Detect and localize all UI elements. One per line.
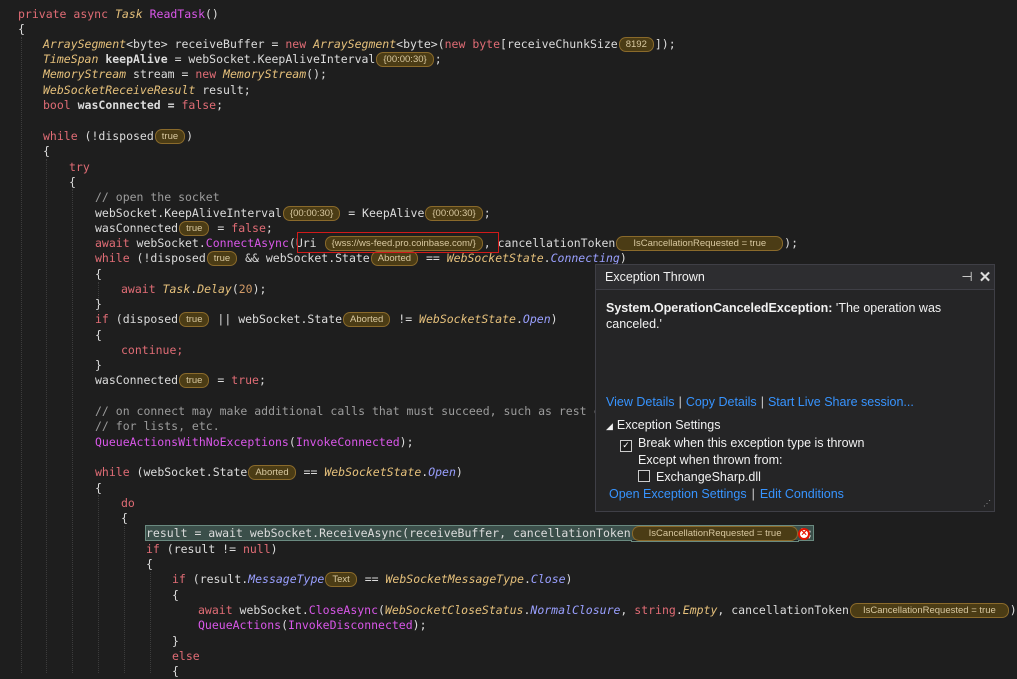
code-comment: // open the socket [95, 190, 220, 204]
code-line: WebSocketReceiveResult result; [43, 83, 251, 97]
code-line: private async Task ReadTask() [18, 7, 219, 21]
error-icon[interactable]: × [798, 528, 810, 540]
code-line: if (result.MessageType Text == WebSocketM… [172, 572, 573, 587]
code-line: while (webSocket.State Aborted == WebSock… [95, 465, 463, 480]
datatip[interactable]: IsCancellationRequested = true [616, 236, 784, 251]
except-label: Except when thrown from: [638, 453, 783, 467]
code-line: await Task.Delay(20); [121, 282, 267, 296]
datatip[interactable]: true [179, 373, 210, 388]
code-line: do [121, 496, 135, 510]
copy-details-link[interactable]: Copy Details [686, 395, 757, 409]
edit-conditions-link[interactable]: Edit Conditions [760, 487, 844, 501]
exception-popup-title: Exception Thrown [605, 270, 705, 284]
indent-guide [98, 495, 100, 673]
code-line: await webSocket.CloseAsync(WebSocketClos… [198, 603, 1017, 618]
code-line: while (!disposed true) [43, 129, 194, 144]
code-line: { [69, 175, 76, 189]
code-line: TimeSpan keepAlive = webSocket.KeepAlive… [43, 52, 442, 67]
code-comment: // on connect may make additional calls … [95, 404, 629, 418]
datatip[interactable]: Aborted [343, 312, 391, 327]
break-option[interactable]: ✓ Break when this exception type is throw… [606, 435, 865, 452]
datatip[interactable]: 8192 [618, 37, 654, 52]
indent-guide [124, 526, 126, 673]
code-line: { [18, 22, 25, 36]
code-line: QueueActions(InvokeDisconnected); [198, 618, 427, 632]
current-statement[interactable]: result = await webSocket.ReceiveAsync(re… [144, 525, 815, 541]
code-line: } [95, 358, 102, 372]
code-line: { [95, 481, 102, 495]
datatip[interactable]: Aborted [370, 251, 419, 266]
datatip[interactable]: true [154, 129, 186, 144]
view-details-link[interactable]: View Details [606, 395, 675, 409]
pin-icon[interactable]: ⊣ [958, 269, 976, 285]
indent-guide [150, 572, 152, 673]
exception-settings-header[interactable]: ◢ Exception Settings [606, 417, 865, 435]
exception-popup: Exception Thrown ⊣ ✕ System.OperationCan… [595, 264, 995, 512]
break-checkbox[interactable]: ✓ [620, 440, 632, 452]
code-line: if (disposed true || webSocket.State Abort… [95, 312, 558, 327]
datatip[interactable]: true [179, 312, 210, 327]
indent-guide [46, 159, 48, 673]
code-line: QueueActionsWithNoExceptions(InvokeConne… [95, 435, 414, 449]
code-line: } [95, 297, 102, 311]
code-line: { [172, 664, 179, 678]
open-exception-settings-link[interactable]: Open Exception Settings [609, 487, 747, 501]
code-line: ArraySegment<byte> receiveBuffer = new A… [43, 37, 676, 52]
close-icon[interactable]: ✕ [976, 268, 994, 286]
code-line: while (!disposed true && webSocket.State A… [95, 251, 627, 266]
code-comment: // for lists, etc. [95, 419, 220, 433]
code-line: if (result != null) [146, 542, 278, 556]
collapse-triangle-icon[interactable]: ◢ [606, 421, 613, 431]
resize-grip-icon[interactable]: ⋰ [983, 500, 991, 508]
datatip[interactable]: {00:00:30} [425, 206, 483, 221]
exception-actions: View Details | Copy Details | Start Live Sha… [606, 395, 914, 409]
exception-popup-header: Exception Thrown ⊣ ✕ [596, 265, 994, 290]
exception-settings: ◢ Exception Settings ✓ Break when this exc… [606, 417, 865, 503]
code-line: { [146, 557, 153, 571]
code-line: { [43, 144, 50, 158]
datatip[interactable]: true [206, 251, 238, 266]
indent-guide [21, 37, 23, 673]
code-line: webSocket.KeepAliveInterval {00:00:30} = … [95, 206, 491, 221]
code-line: { [95, 328, 102, 342]
uri-highlight-box [297, 232, 499, 253]
code-line: else [172, 649, 200, 663]
settings-footer: Open Exception Settings | Edit Conditions [609, 487, 844, 501]
code-line: { [121, 511, 128, 525]
datatip[interactable]: IsCancellationRequested = true [849, 603, 1009, 618]
code-line: bool wasConnected = false; [43, 98, 224, 112]
code-line: { [172, 588, 179, 602]
module-option[interactable]: ExchangeSharp.dll [606, 469, 865, 486]
code-line: } [172, 634, 179, 648]
indent-guide [72, 189, 74, 673]
datatip[interactable]: {00:00:30} [376, 52, 434, 67]
exception-message: System.OperationCanceledException: 'The … [606, 301, 942, 331]
datatip[interactable]: IsCancellationRequested = true [631, 526, 799, 541]
code-line: MemoryStream stream = new MemoryStream()… [43, 67, 327, 81]
datatip[interactable]: Aborted [248, 465, 296, 480]
module-checkbox[interactable] [638, 470, 650, 482]
code-line: { [95, 267, 102, 281]
datatip[interactable]: true [179, 221, 210, 236]
code-line: wasConnected true = false; [95, 221, 273, 236]
datatip[interactable]: {00:00:30} [282, 206, 341, 221]
code-line: continue; [121, 343, 184, 357]
code-line: try [69, 160, 90, 174]
datatip[interactable]: Text [325, 572, 357, 587]
live-share-link[interactable]: Start Live Share session... [768, 395, 914, 409]
code-line: wasConnected true = true; [95, 373, 266, 388]
